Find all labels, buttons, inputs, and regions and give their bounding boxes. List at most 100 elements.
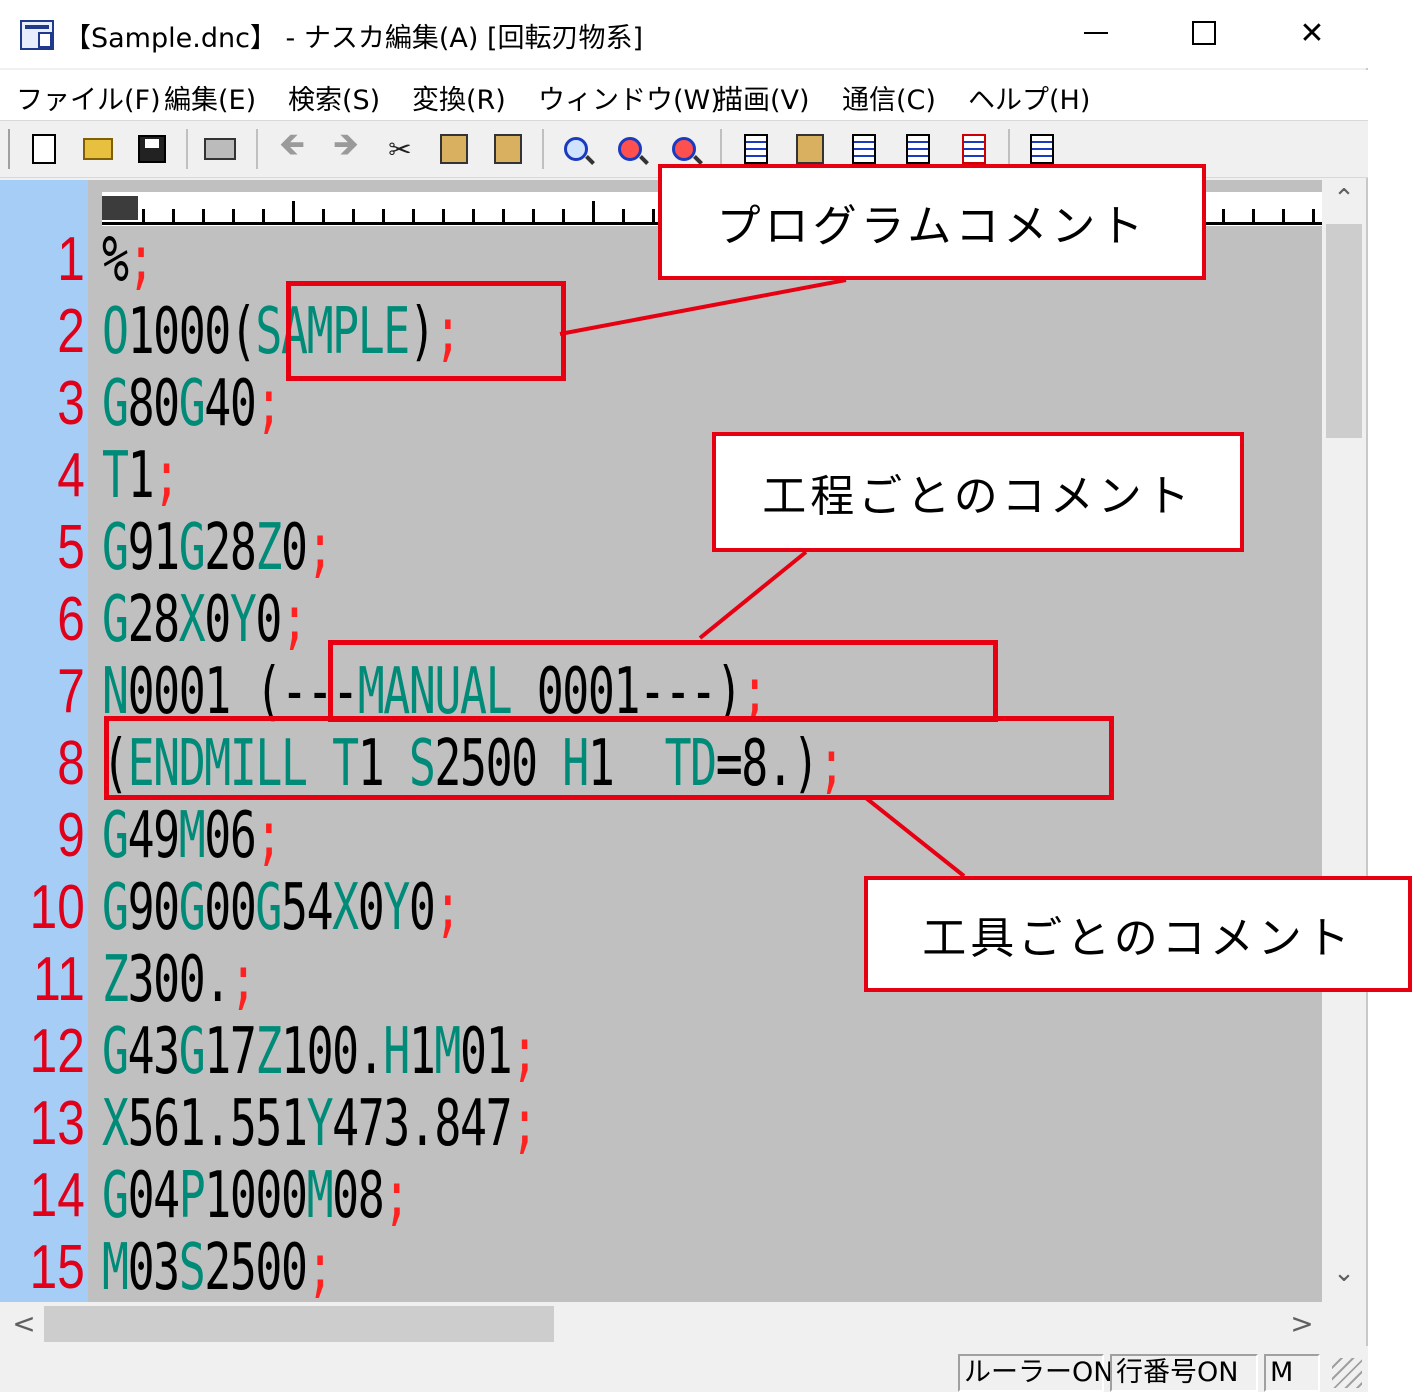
line-number: 7 bbox=[57, 657, 85, 726]
ruler-tick bbox=[652, 209, 655, 223]
ruler-cursor-marker bbox=[102, 196, 138, 220]
minimize-button[interactable] bbox=[1066, 10, 1126, 56]
line-number: 9 bbox=[57, 801, 85, 870]
callout-process-comment: 工程ごとのコメント bbox=[712, 432, 1244, 552]
search-prev-icon[interactable] bbox=[666, 131, 702, 167]
menu-convert[interactable]: 変換(R) bbox=[412, 78, 506, 117]
menu-communication[interactable]: 通信(C) bbox=[842, 78, 936, 117]
code-text: G04P1000M08; bbox=[102, 1159, 410, 1233]
code-line[interactable]: 2 O1000(SAMPLE); bbox=[0, 296, 1322, 368]
maximize-icon bbox=[1192, 21, 1216, 45]
code-line[interactable]: 15 M03S2500; bbox=[0, 1232, 1322, 1302]
line-number: 13 bbox=[29, 1089, 85, 1158]
code-line[interactable]: 12 G43G17Z100.H1M01; bbox=[0, 1016, 1322, 1088]
title-bar: 【Sample.dnc】 - ナスカ編集(A) [回転刃物系] ✕ bbox=[0, 0, 1368, 68]
line-number: 3 bbox=[57, 369, 85, 438]
highlight-program-comment bbox=[286, 281, 566, 381]
ruler-tick bbox=[1252, 209, 1255, 223]
ruler-tick bbox=[532, 209, 535, 223]
ruler-tick bbox=[172, 209, 175, 223]
code-text: G80G40; bbox=[102, 367, 282, 441]
ruler-tick bbox=[382, 209, 385, 223]
ruler-tick bbox=[292, 201, 295, 223]
code-line[interactable]: 14 G04P1000M08; bbox=[0, 1160, 1322, 1232]
line-number: 8 bbox=[57, 729, 85, 798]
window-title: 【Sample.dnc】 - ナスカ編集(A) [回転刃物系] bbox=[64, 23, 644, 54]
menu-window[interactable]: ウィンドウ(W) bbox=[538, 78, 721, 117]
toolbar-separator bbox=[542, 129, 544, 169]
search-next-icon[interactable] bbox=[612, 131, 648, 167]
toolbar-separator bbox=[1008, 129, 1010, 169]
resize-grip-icon[interactable] bbox=[1332, 1358, 1362, 1388]
ruler-tick bbox=[142, 209, 145, 223]
status-line-numbers[interactable]: 行番号ON bbox=[1110, 1354, 1258, 1392]
horizontal-scroll-thumb[interactable] bbox=[44, 1306, 554, 1342]
vertical-scroll-thumb[interactable] bbox=[1326, 224, 1362, 438]
delete-page-icon[interactable] bbox=[956, 131, 992, 167]
new-file-icon[interactable] bbox=[26, 131, 62, 167]
maximize-button[interactable] bbox=[1174, 10, 1234, 56]
paste-icon[interactable] bbox=[490, 131, 526, 167]
toolbar-separator bbox=[720, 129, 722, 169]
ruler-tick bbox=[622, 209, 625, 223]
edit-icon[interactable] bbox=[1024, 131, 1060, 167]
search-icon[interactable] bbox=[558, 131, 594, 167]
code-text: Z300.; bbox=[102, 943, 257, 1017]
line-number: 14 bbox=[29, 1161, 85, 1230]
page-icon[interactable] bbox=[738, 131, 774, 167]
back-arrow-icon[interactable]: 🡸 bbox=[274, 125, 310, 167]
code-text: G49M06; bbox=[102, 799, 282, 873]
ruler-tick bbox=[412, 209, 415, 223]
copy-page-icon[interactable] bbox=[846, 131, 882, 167]
scroll-up-icon[interactable]: ⌃ bbox=[1322, 184, 1366, 224]
code-text: X561.551Y473.847; bbox=[102, 1087, 538, 1161]
highlight-tool-comment bbox=[104, 716, 1114, 800]
ruler-tick bbox=[1222, 209, 1225, 223]
menu-draw[interactable]: 描画(V) bbox=[716, 78, 810, 117]
toolbar-separator bbox=[256, 129, 258, 169]
code-line[interactable]: 9 G49M06; bbox=[0, 800, 1322, 872]
clipboard-icon[interactable] bbox=[792, 131, 828, 167]
close-button[interactable]: ✕ bbox=[1282, 10, 1342, 56]
app-icon[interactable] bbox=[20, 20, 54, 50]
ruler-tick bbox=[1312, 209, 1315, 223]
scroll-right-icon[interactable]: > bbox=[1282, 1306, 1322, 1342]
ruler-tick bbox=[592, 201, 595, 223]
code-text: G28X0Y0; bbox=[102, 583, 308, 657]
print-icon[interactable] bbox=[202, 131, 238, 167]
highlight-process-comment bbox=[328, 640, 998, 722]
scroll-left-icon[interactable]: < bbox=[4, 1306, 44, 1342]
ruler-tick bbox=[502, 209, 505, 223]
code-line[interactable]: 3 G80G40; bbox=[0, 368, 1322, 440]
line-number: 15 bbox=[29, 1233, 85, 1302]
horizontal-scrollbar[interactable]: < > bbox=[0, 1302, 1322, 1346]
copy-icon[interactable] bbox=[436, 131, 472, 167]
cut-icon[interactable]: ✂ bbox=[382, 131, 418, 167]
ruler-tick bbox=[232, 209, 235, 223]
code-line[interactable]: 13 X561.551Y473.847; bbox=[0, 1088, 1322, 1160]
line-number: 12 bbox=[29, 1017, 85, 1086]
menu-file[interactable]: ファイル(F) bbox=[16, 78, 161, 117]
menu-help[interactable]: ヘルプ(H) bbox=[968, 78, 1090, 117]
toolbar-separator bbox=[186, 129, 188, 169]
menu-edit[interactable]: 編集(E) bbox=[164, 78, 256, 117]
vertical-scrollbar[interactable]: ⌃ ⌄ bbox=[1322, 180, 1366, 1302]
status-ruler[interactable]: ルーラーON bbox=[958, 1354, 1113, 1392]
forward-arrow-icon[interactable]: 🡺 bbox=[328, 125, 364, 167]
code-text: G90G00G54X0Y0; bbox=[102, 871, 461, 945]
toolbar-grip[interactable] bbox=[8, 129, 11, 169]
line-number: 4 bbox=[57, 441, 85, 510]
status-mode[interactable]: M bbox=[1264, 1354, 1320, 1392]
save-icon[interactable] bbox=[134, 131, 170, 167]
list-icon[interactable] bbox=[900, 131, 936, 167]
ruler-tick bbox=[262, 209, 265, 223]
code-text: M03S2500; bbox=[102, 1231, 334, 1302]
open-folder-icon[interactable] bbox=[80, 131, 116, 167]
code-text: T1; bbox=[102, 439, 180, 513]
ruler-tick bbox=[322, 209, 325, 223]
ruler-tick bbox=[562, 209, 565, 223]
scroll-down-icon[interactable]: ⌄ bbox=[1322, 1258, 1366, 1298]
menu-search[interactable]: 検索(S) bbox=[288, 78, 380, 117]
ruler-tick bbox=[1282, 209, 1285, 223]
ruler-tick bbox=[442, 209, 445, 223]
